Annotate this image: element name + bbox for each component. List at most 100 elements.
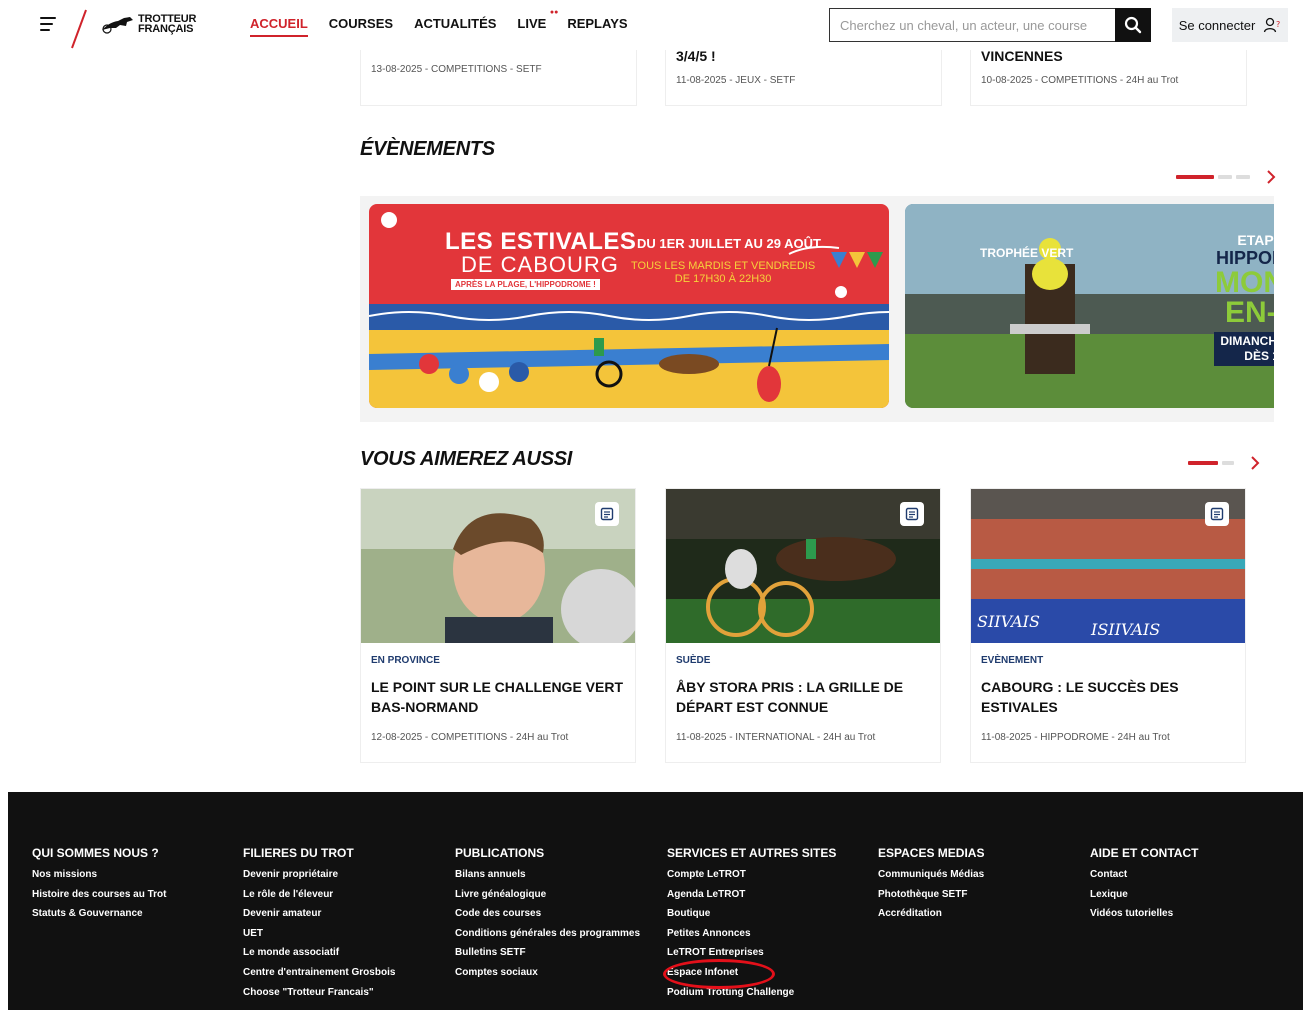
site-logo[interactable]: TROTTEUR FRANÇAIS [100, 12, 196, 36]
logo-line-2: FRANÇAIS [138, 23, 194, 35]
article-card-challenge-vert[interactable]: EN PROVINCE LE POINT SUR LE CHALLENGE VE… [360, 488, 636, 763]
footer-link[interactable]: Le monde associatif [243, 943, 395, 963]
footer-link[interactable]: Le rôle de l'éleveur [243, 885, 395, 905]
event-banner-trophee-vert[interactable]: TROPHÉE VERT ETAPE HIPPOD MON EN-I DIMAN… [905, 204, 1274, 408]
nav-accueil[interactable]: ACCUEIL [250, 16, 308, 37]
article-category: EN PROVINCE [371, 655, 440, 666]
footer-link[interactable]: UET [243, 924, 395, 944]
article-image [361, 489, 635, 643]
event-times-line-2: DE 17H30 À 22H30 [674, 273, 772, 285]
events-carousel-pager [1176, 170, 1276, 184]
footer-link[interactable]: Petites Annonces [667, 924, 836, 944]
main-nav: ACCUEIL COURSES ACTUALITÉS LIVE ●● REPLA… [250, 9, 628, 37]
pager-dot[interactable] [1218, 175, 1232, 179]
article-doc-icon [1205, 502, 1229, 526]
banner-date-box: DIMANCHE DÈS 11 [1214, 332, 1274, 366]
footer-link[interactable]: Vidéos tutorielles [1090, 904, 1198, 924]
article-meta: 11-08-2025 - JEUX - SETF [676, 75, 796, 86]
horse-logo-icon [102, 17, 133, 34]
footer-link[interactable]: Boutique [667, 904, 836, 924]
search-button[interactable] [1115, 8, 1151, 42]
footer-link[interactable]: Lexique [1090, 885, 1198, 905]
footer-col-aide-contact: AIDE ET CONTACT Contact Lexique Vidéos t… [1090, 846, 1198, 924]
article-image: SIIVAIS ISIIVAIS [971, 489, 1245, 643]
footer-link[interactable]: Communiqués Médias [878, 865, 984, 885]
event-date: DU 1ER JUILLET AU 29 AOÛT [637, 236, 821, 251]
article-category: EVÈNEMENT [981, 655, 1044, 666]
footer-link[interactable]: Histoire des courses au Trot [32, 885, 167, 905]
banner-time: DÈS 11 [1244, 349, 1274, 363]
footer-link[interactable]: Compte LeTROT [667, 865, 836, 885]
footer-link[interactable]: Photothèque SETF [878, 885, 984, 905]
footer-link-espace-infonet[interactable]: Espace Infonet [667, 963, 836, 983]
footer-heading: QUI SOMMES NOUS ? [32, 846, 159, 860]
footer-link[interactable]: Comptes sociaux [455, 963, 640, 983]
event-times: TOUS LES MARDIS ET VENDREDIS DE 17H30 À … [631, 260, 815, 286]
article-doc-icon [595, 502, 619, 526]
search-input[interactable] [829, 8, 1115, 42]
footer-col-filieres: FILIERES DU TROT Devenir propriétaire Le… [243, 846, 395, 1002]
event-subtitle: APRÈS LA PLAGE, L'HIPPODROME ! [451, 279, 600, 290]
pager-dot[interactable] [1236, 175, 1250, 179]
login-button[interactable]: Se connecter ? [1172, 8, 1288, 42]
footer-link[interactable]: Choose "Trotteur Francais" [243, 983, 395, 1003]
banner-location: MON EN-I [1215, 268, 1274, 328]
article-card-aby-stora[interactable]: SUÈDE ÅBY STORA PRIS : LA GRILLE DE DÉPA… [665, 488, 941, 763]
nav-replays[interactable]: REPLAYS [567, 16, 627, 37]
hamburger-menu-icon[interactable] [40, 16, 58, 32]
footer-col-publications: PUBLICATIONS Bilans annuels Livre généal… [455, 846, 640, 983]
article-title: LE POINT SUR LE CHALLENGE VERT BAS-NORMA… [371, 679, 624, 715]
footer-link[interactable]: Livre généalogique [455, 885, 640, 905]
logo-slash-decoration [71, 9, 87, 49]
footer-link[interactable]: Statuts & Gouvernance [32, 904, 167, 924]
article-card-cabourg-succes[interactable]: SIIVAIS ISIIVAIS EVÈNEMENT CABOURG : LE … [970, 488, 1246, 763]
article-meta: 13-08-2025 - COMPETITIONS - SETF [371, 64, 542, 75]
nav-live[interactable]: LIVE ●● [517, 9, 558, 37]
footer-link[interactable]: Conditions générales des programmes [455, 924, 640, 944]
user-icon: ? [1264, 17, 1281, 33]
event-times-line-1: TOUS LES MARDIS ET VENDREDIS [631, 260, 816, 272]
footer-link[interactable]: Podium Trotting Challenge [667, 983, 836, 1003]
svg-text:SIIVAIS: SIIVAIS [977, 612, 1040, 631]
nav-live-label: LIVE [517, 16, 547, 31]
pager-dot-active[interactable] [1188, 461, 1218, 465]
portrait-photo [361, 489, 635, 643]
pager-dot-active[interactable] [1176, 175, 1214, 179]
article-title: 3/4/5 ! [676, 48, 716, 64]
footer-link[interactable]: Centre d'entrainement Grosbois [243, 963, 395, 983]
footer-link[interactable]: Devenir amateur [243, 904, 395, 924]
related-section-title: VOUS AIMEREZ AUSSI [360, 448, 573, 470]
footer-link[interactable]: Agenda LeTROT [667, 885, 836, 905]
footer-link[interactable]: Accréditation [878, 904, 984, 924]
footer-link[interactable]: Code des courses [455, 904, 640, 924]
nav-courses[interactable]: COURSES [329, 16, 393, 37]
pager-dot[interactable] [1222, 461, 1234, 465]
footer-link[interactable]: Bulletins SETF [455, 943, 640, 963]
banner-location-line-1: MON [1215, 266, 1274, 299]
search-icon [1124, 16, 1142, 34]
footer-link[interactable]: Bilans annuels [455, 865, 640, 885]
events-carousel: LES ESTIVALES DE CABOURG APRÈS LA PLAGE,… [360, 196, 1274, 422]
harness-race-photo [666, 489, 940, 643]
footer-heading: PUBLICATIONS [455, 846, 545, 860]
events-section-title: ÉVÈNEMENTS [360, 138, 495, 160]
nav-actualites[interactable]: ACTUALITÉS [414, 16, 496, 37]
logo-text: TROTTEUR FRANÇAIS [138, 14, 196, 35]
footer-heading: AIDE ET CONTACT [1090, 846, 1199, 860]
svg-text:ISIIVAIS: ISIIVAIS [1090, 620, 1160, 639]
article-title: VINCENNES [981, 48, 1063, 64]
footer-link[interactable]: LeTROT Entreprises [667, 943, 836, 963]
footer-heading: FILIERES DU TROT [243, 846, 354, 860]
footer-link[interactable]: Nos missions [32, 865, 167, 885]
chevron-right-icon[interactable] [1266, 170, 1276, 184]
footer-col-espaces-medias: ESPACES MEDIAS Communiqués Médias Photot… [878, 846, 984, 924]
article-image [666, 489, 940, 643]
event-banner-estivales-cabourg[interactable]: LES ESTIVALES DE CABOURG APRÈS LA PLAGE,… [369, 204, 889, 408]
footer-link[interactable]: Contact [1090, 865, 1198, 885]
footer-link[interactable]: Devenir propriétaire [243, 865, 395, 885]
article-meta: 10-08-2025 - COMPETITIONS - 24H au Trot [981, 75, 1179, 86]
chevron-right-icon[interactable] [1250, 456, 1260, 470]
article-title: CABOURG : LE SUCCÈS DES ESTIVALES [981, 679, 1179, 715]
svg-text:?: ? [1276, 20, 1280, 29]
article-meta: 12-08-2025 - COMPETITIONS - 24H au Trot [371, 732, 569, 743]
